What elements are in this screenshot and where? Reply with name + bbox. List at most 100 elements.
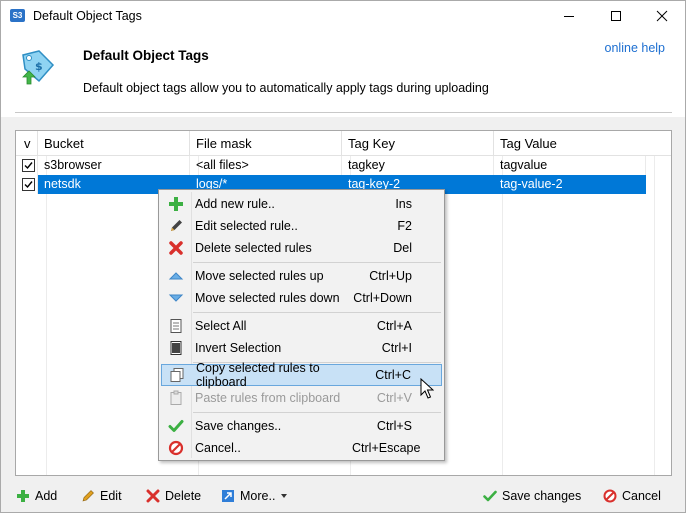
menu-separator (193, 312, 441, 313)
menu-item-shortcut: Ctrl+Up (369, 269, 412, 283)
cell-tag-value: tagvalue (494, 156, 646, 175)
table-row[interactable]: s3browser <all files> tagkey tagvalue (16, 156, 671, 175)
menu-item-shortcut: Ctrl+I (381, 341, 412, 355)
grid-header: v Bucket File mask Tag Key Tag Value (16, 131, 671, 156)
menu-item-add-new-rule[interactable]: Add new rule.. Ins (161, 193, 442, 215)
maximize-button[interactable] (593, 1, 639, 31)
menu-item-shortcut: Ins (395, 197, 412, 211)
copy-icon (170, 368, 184, 382)
mouse-cursor-icon (420, 378, 434, 399)
document-icon (170, 341, 182, 355)
menu-item-save-changes[interactable]: Save changes.. Ctrl+S (161, 415, 442, 437)
menu-item-select-all[interactable]: Select All Ctrl+A (161, 315, 442, 337)
minimize-icon (564, 16, 574, 17)
menu-item-delete-selected-rules[interactable]: Delete selected rules Del (161, 237, 442, 259)
no-entry-icon (603, 489, 617, 503)
header-panel: $ Default Object Tags Default object tag… (1, 31, 685, 117)
menu-item-shortcut: Ctrl+A (376, 319, 412, 333)
maximize-icon (611, 11, 621, 21)
row-checkbox-cell[interactable] (16, 156, 38, 175)
menu-item-label: Cancel.. (195, 441, 241, 455)
checkmark-icon (483, 490, 497, 502)
menu-item-shortcut: Ctrl+Escape (352, 441, 421, 455)
plus-icon (169, 197, 183, 211)
menu-item-label: Paste rules from clipboard (195, 391, 341, 405)
context-menu: Add new rule.. Ins Edit selected rule.. … (158, 189, 445, 461)
cancel-button-label: Cancel (622, 489, 661, 503)
row-checkbox[interactable] (22, 159, 35, 172)
cell-file-mask: <all files> (190, 156, 342, 175)
header-divider (15, 112, 672, 113)
menu-item-shortcut: F2 (397, 219, 412, 233)
more-button-label: More.. (240, 489, 276, 503)
menu-item-shortcut: Ctrl+S (376, 419, 412, 433)
online-help-link[interactable]: online help (605, 41, 665, 55)
delete-button[interactable]: Delete (146, 485, 201, 507)
menu-item-label: Edit selected rule.. (195, 219, 298, 233)
minimize-button[interactable] (546, 1, 592, 31)
delete-button-label: Delete (165, 489, 202, 503)
pencil-icon (171, 220, 182, 231)
header-description: Default object tags allow you to automat… (83, 81, 489, 95)
menu-item-label: Move selected rules up (195, 269, 324, 283)
column-header-tag-value[interactable]: Tag Value (494, 131, 646, 156)
menu-item-move-up[interactable]: Move selected rules up Ctrl+Up (161, 265, 442, 287)
menu-item-edit-selected-rule[interactable]: Edit selected rule.. F2 (161, 215, 442, 237)
edit-button[interactable]: Edit (81, 485, 122, 507)
document-icon (170, 319, 182, 333)
menu-item-invert-selection[interactable]: Invert Selection Ctrl+I (161, 337, 442, 359)
row-checkbox[interactable] (22, 178, 35, 191)
cell-tag-value: tag-value-2 (494, 175, 646, 194)
price-tag-icon: $ (22, 50, 55, 85)
menu-separator (193, 412, 441, 413)
menu-item-label: Add new rule.. (195, 197, 275, 211)
menu-item-label: Save changes.. (195, 419, 282, 433)
external-arrow-icon (222, 490, 234, 502)
close-icon (656, 10, 668, 22)
plus-icon (17, 490, 29, 502)
triangle-down-icon (168, 294, 184, 302)
column-header-file-mask[interactable]: File mask (190, 131, 342, 156)
cell-tag-key: tagkey (342, 156, 494, 175)
menu-item-label: Copy selected rules to clipboard (196, 361, 320, 389)
menu-item-shortcut: Ctrl+Down (353, 291, 412, 305)
menu-item-label: Select All (195, 319, 247, 333)
menu-item-label: Move selected rules down (195, 291, 340, 305)
window-title: Default Object Tags (33, 9, 142, 23)
row-checkbox-cell[interactable] (16, 175, 38, 194)
menu-item-label: Invert Selection (195, 341, 282, 355)
default-object-tags-window: S3 Default Object Tags $ Default Object … (0, 0, 686, 513)
title-bar: S3 Default Object Tags (1, 1, 685, 31)
save-changes-label: Save changes (502, 489, 582, 503)
menu-item-shortcut: Del (393, 241, 412, 255)
cell-bucket: s3browser (38, 156, 190, 175)
close-button[interactable] (639, 1, 685, 31)
clipboard-icon (170, 390, 182, 405)
red-x-icon (169, 241, 183, 255)
menu-item-paste-rules[interactable]: Paste rules from clipboard Ctrl+V (161, 387, 442, 409)
menu-item-cancel[interactable]: Cancel.. Ctrl+Escape (161, 437, 442, 459)
menu-item-copy-rules[interactable]: Copy selected rules to clipboard Ctrl+C (161, 361, 442, 389)
add-button[interactable]: Add (16, 485, 57, 507)
menu-separator (193, 262, 441, 263)
red-x-icon (146, 489, 160, 503)
triangle-up-icon (168, 272, 184, 280)
save-changes-button[interactable]: Save changes (483, 485, 581, 507)
column-header-tag-key[interactable]: Tag Key (342, 131, 494, 156)
app-icon: S3 (10, 9, 25, 22)
chevron-down-icon (281, 494, 288, 498)
bottom-toolbar: Add Edit Delete More.. Save changes Canc… (1, 479, 685, 512)
menu-item-label: Delete selected rules (195, 241, 312, 255)
pencil-icon (82, 490, 94, 502)
header-title: Default Object Tags (83, 48, 209, 63)
add-button-label: Add (35, 489, 58, 503)
menu-item-move-down[interactable]: Move selected rules down Ctrl+Down (161, 287, 442, 309)
column-header-v[interactable]: v (16, 131, 38, 156)
checkmark-icon (168, 420, 184, 432)
column-header-bucket[interactable]: Bucket (38, 131, 190, 156)
no-entry-icon (168, 440, 184, 456)
svg-text:$: $ (35, 60, 43, 73)
checkmark-icon (24, 162, 33, 170)
more-button[interactable]: More.. (221, 485, 288, 507)
cancel-button[interactable]: Cancel (603, 485, 661, 507)
